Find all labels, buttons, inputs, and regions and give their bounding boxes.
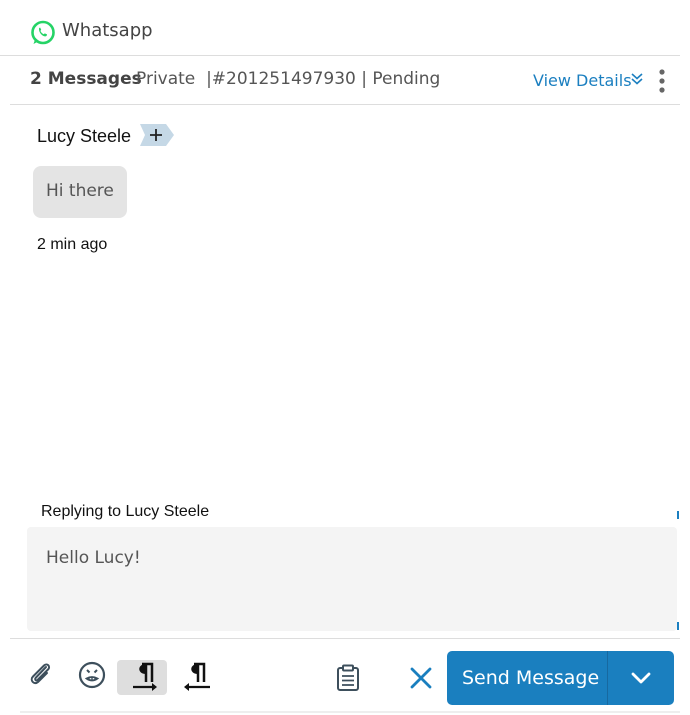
plus-icon[interactable] bbox=[140, 124, 174, 146]
text-direction-ltr-button[interactable] bbox=[117, 660, 167, 695]
chevron-down-icon bbox=[631, 672, 651, 684]
message-text: Hi there bbox=[46, 181, 114, 201]
bottom-border bbox=[20, 711, 680, 713]
close-icon[interactable] bbox=[408, 665, 434, 691]
clipboard-icon[interactable] bbox=[334, 664, 362, 692]
text-direction-rtl-button[interactable] bbox=[180, 660, 216, 695]
whatsapp-icon bbox=[31, 20, 55, 45]
conversation-meta: Private |#201251497930 | Pending bbox=[136, 69, 441, 89]
message-timestamp: 2 min ago bbox=[37, 236, 108, 253]
paperclip-icon[interactable] bbox=[26, 659, 54, 689]
toolbar-divider bbox=[10, 638, 680, 639]
reply-input-text[interactable]: Hello Lucy! bbox=[46, 548, 141, 568]
text-direction-ltr-icon bbox=[133, 662, 157, 691]
more-vertical-icon[interactable] bbox=[652, 68, 672, 94]
view-details-link[interactable]: View Details bbox=[533, 71, 632, 90]
replying-to-label: Replying to Lucy Steele bbox=[41, 503, 210, 520]
reply-input[interactable] bbox=[27, 527, 677, 631]
message-count: 2 Messages bbox=[30, 69, 142, 89]
scroll-marker bbox=[677, 511, 679, 519]
channel-name: Whatsapp bbox=[62, 20, 153, 41]
contact-name: Lucy Steele bbox=[37, 126, 132, 146]
text-direction-rtl-icon bbox=[184, 662, 210, 691]
scroll-marker bbox=[677, 622, 679, 630]
emoji-icon[interactable] bbox=[77, 660, 107, 690]
double-chevron-down-icon[interactable] bbox=[630, 72, 644, 86]
send-message-label[interactable]: Send Message bbox=[462, 667, 599, 689]
send-options-dropdown[interactable] bbox=[608, 651, 674, 705]
